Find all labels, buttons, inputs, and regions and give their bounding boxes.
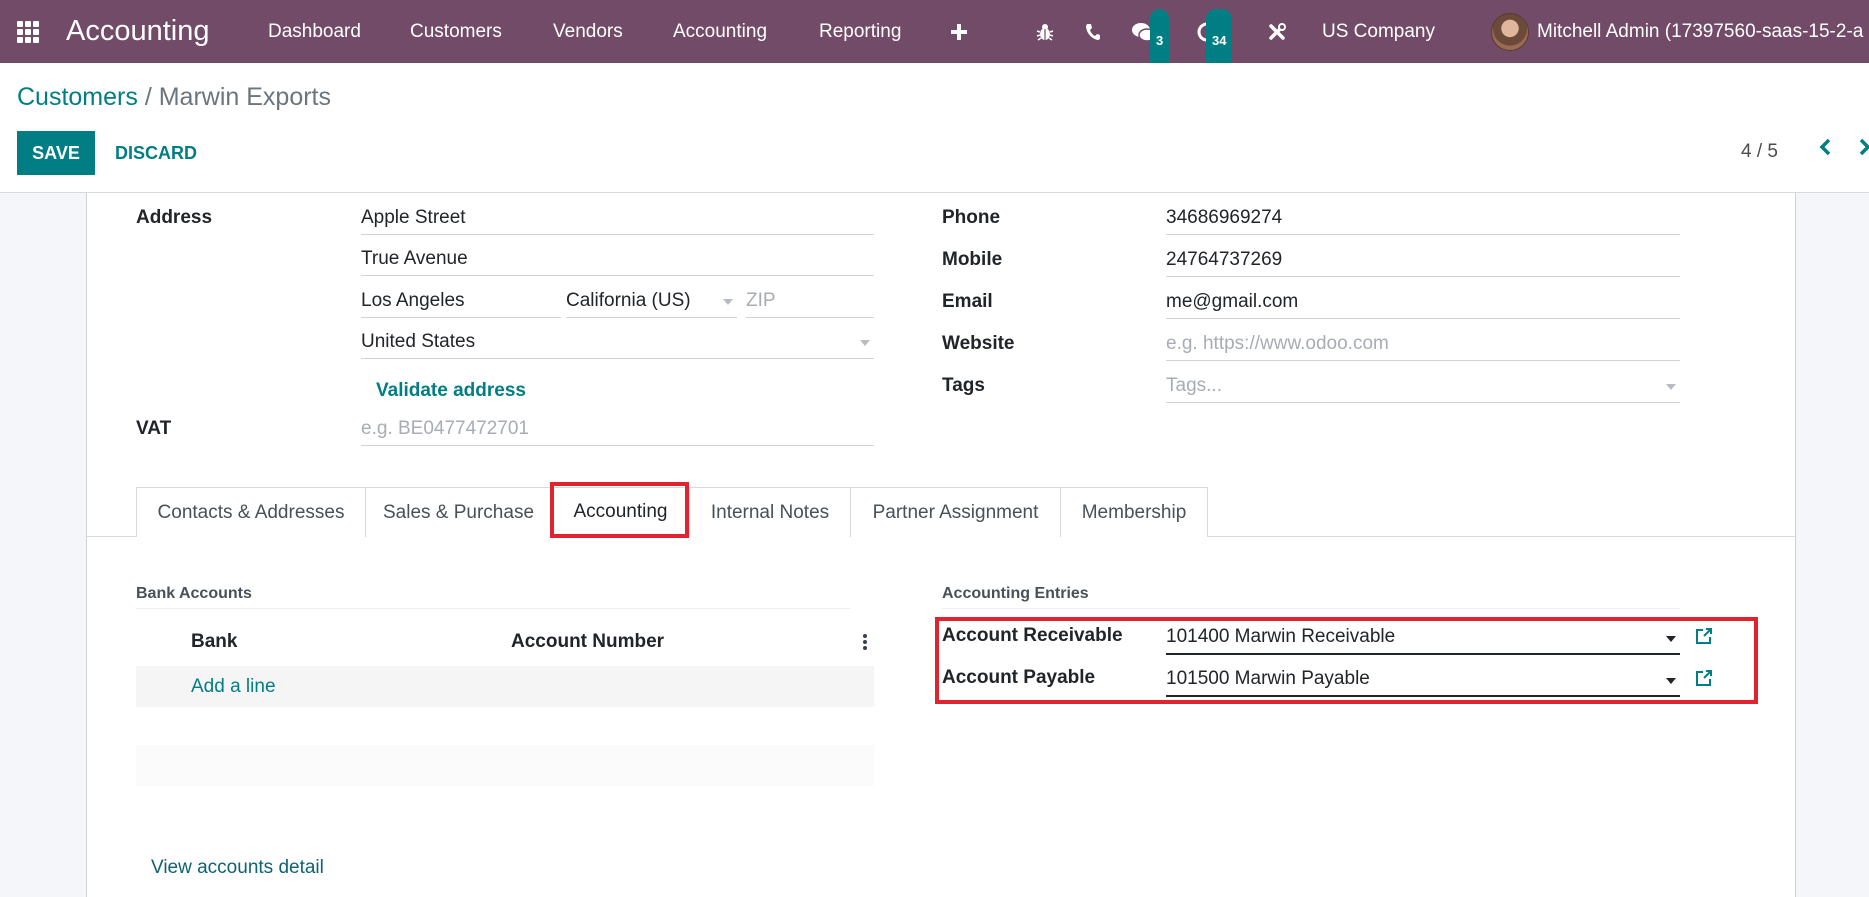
column-header-account-number[interactable]: Account Number bbox=[511, 631, 664, 653]
mobile-label: Mobile bbox=[942, 249, 1003, 270]
add-line-link[interactable]: Add a line bbox=[191, 676, 276, 698]
tab-contacts-addresses[interactable]: Contacts & Addresses bbox=[136, 487, 366, 537]
apps-grid-icon[interactable] bbox=[17, 0, 45, 63]
external-link-icon[interactable] bbox=[1694, 626, 1714, 646]
phone-label: Phone bbox=[942, 207, 1001, 228]
pager-previous-button[interactable] bbox=[1818, 137, 1832, 163]
tab-sales-purchase[interactable]: Sales & Purchase bbox=[365, 487, 552, 537]
optional-columns-icon[interactable] bbox=[863, 634, 867, 652]
mobile-input[interactable]: 24764737269 bbox=[1166, 243, 1680, 277]
empty-row bbox=[136, 745, 874, 786]
tags-input[interactable]: Tags... bbox=[1166, 369, 1680, 403]
menu-reporting[interactable]: Reporting bbox=[819, 0, 901, 63]
validate-address-link[interactable]: Validate address bbox=[376, 380, 526, 402]
bug-icon[interactable] bbox=[1034, 0, 1056, 63]
breadcrumb-customers[interactable]: Customers bbox=[17, 83, 138, 111]
tab-accounting[interactable]: Accounting bbox=[551, 487, 690, 537]
chevron-down-icon bbox=[1666, 678, 1676, 684]
breadcrumb-separator: / bbox=[144, 83, 152, 111]
column-header-bank[interactable]: Bank bbox=[191, 631, 237, 653]
chevron-left-icon bbox=[1819, 138, 1831, 156]
menu-accounting[interactable]: Accounting bbox=[673, 0, 767, 63]
user-avatar[interactable] bbox=[1491, 0, 1529, 63]
discard-button[interactable]: DISCARD bbox=[107, 131, 205, 175]
accounting-entries-divider bbox=[942, 608, 1680, 609]
control-panel: Customers / Marwin Exports SAVE DISCARD … bbox=[0, 63, 1869, 193]
form-sheet: Address Apple Street True Avenue Los Ang… bbox=[86, 193, 1796, 897]
account-payable-label: Account Payable bbox=[942, 667, 1096, 688]
city-input[interactable]: Los Angeles bbox=[361, 284, 561, 318]
country-value: United States bbox=[361, 330, 476, 352]
tab-internal-notes[interactable]: Internal Notes bbox=[689, 487, 851, 537]
breadcrumb: Customers / Marwin Exports bbox=[17, 83, 331, 112]
view-accounts-detail-link[interactable]: View accounts detail bbox=[151, 857, 324, 879]
company-switcher[interactable]: US Company bbox=[1322, 0, 1435, 63]
vat-label: VAT bbox=[136, 418, 172, 439]
tags-label: Tags bbox=[942, 375, 985, 396]
account-payable-select[interactable]: 101500 Marwin Payable bbox=[1166, 663, 1680, 697]
menu-dashboard[interactable]: Dashboard bbox=[268, 0, 361, 63]
address-label: Address bbox=[136, 207, 213, 228]
phone-icon[interactable] bbox=[1082, 0, 1104, 63]
user-menu[interactable]: Mitchell Admin (17397560-saas-15-2-a bbox=[1537, 0, 1863, 63]
bank-accounts-title: Bank Accounts bbox=[136, 585, 252, 602]
account-receivable-label: Account Receivable bbox=[942, 625, 1123, 646]
phone-input[interactable]: 34686969274 bbox=[1166, 201, 1680, 235]
app-brand[interactable]: Accounting bbox=[66, 0, 210, 63]
website-input[interactable]: e.g. https://www.odoo.com bbox=[1166, 327, 1680, 361]
vat-input[interactable]: e.g. BE0477472701 bbox=[361, 412, 874, 446]
top-navbar: Accounting Dashboard Customers Vendors A… bbox=[0, 0, 1869, 72]
pager-value[interactable]: 4 / 5 bbox=[1741, 141, 1778, 163]
chevron-down-icon bbox=[860, 340, 870, 346]
zip-input[interactable]: ZIP bbox=[746, 284, 874, 318]
external-link-icon[interactable] bbox=[1694, 668, 1714, 688]
account-payable-value: 101500 Marwin Payable bbox=[1166, 668, 1370, 689]
website-label: Website bbox=[942, 333, 1015, 354]
state-select[interactable]: California (US) bbox=[566, 284, 737, 318]
tab-membership[interactable]: Membership bbox=[1060, 487, 1208, 537]
email-input[interactable]: me@gmail.com bbox=[1166, 285, 1680, 319]
menu-vendors[interactable]: Vendors bbox=[553, 0, 623, 63]
email-label: Email bbox=[942, 291, 993, 312]
tools-icon[interactable] bbox=[1265, 0, 1289, 63]
accounting-entries-title: Accounting Entries bbox=[942, 585, 1089, 602]
street2-input[interactable]: True Avenue bbox=[361, 242, 874, 276]
state-value: California (US) bbox=[566, 289, 691, 311]
save-button[interactable]: SAVE bbox=[17, 131, 95, 175]
tags-placeholder: Tags... bbox=[1166, 374, 1222, 396]
chevron-down-icon bbox=[723, 299, 733, 305]
account-receivable-value: 101400 Marwin Receivable bbox=[1166, 626, 1396, 647]
plus-icon[interactable] bbox=[948, 0, 970, 63]
breadcrumb-current: Marwin Exports bbox=[158, 83, 331, 111]
chevron-down-icon bbox=[1666, 636, 1676, 642]
bank-accounts-divider bbox=[136, 608, 850, 609]
country-select[interactable]: United States bbox=[361, 325, 874, 359]
account-receivable-select[interactable]: 101400 Marwin Receivable bbox=[1166, 621, 1680, 655]
chevron-right-icon bbox=[1859, 138, 1869, 156]
tab-partner-assignment[interactable]: Partner Assignment bbox=[850, 487, 1061, 537]
add-line-row: Add a line bbox=[136, 666, 874, 707]
pager-next-button[interactable] bbox=[1858, 137, 1869, 163]
street-input[interactable]: Apple Street bbox=[361, 201, 874, 235]
menu-customers[interactable]: Customers bbox=[410, 0, 502, 63]
chevron-down-icon bbox=[1666, 384, 1676, 390]
